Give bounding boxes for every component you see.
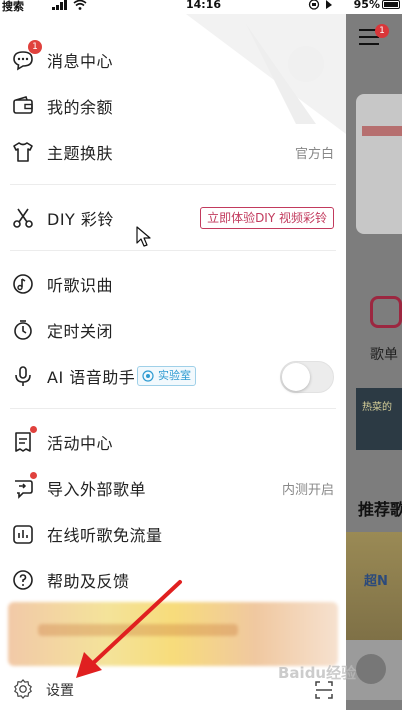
wifi-icon [73, 0, 87, 10]
scan-icon[interactable] [314, 680, 334, 700]
gear-icon[interactable] [12, 678, 34, 700]
carrier-label: 搜索 [2, 0, 24, 13]
background-home-page[interactable]: 1 歌单 热菜的 推荐歌 超N [346, 14, 402, 710]
menu-item-ai-assistant[interactable]: AI 语音助手 实验室 [0, 354, 346, 398]
menu-label-import: 导入外部歌单 [47, 480, 147, 499]
divider [10, 184, 336, 185]
divider [10, 408, 336, 409]
settings-button[interactable]: 设置 [46, 680, 74, 700]
menu-item-messages[interactable]: 1 消息中心 [0, 38, 346, 82]
help-icon [13, 570, 33, 590]
menu-label-balance: 我的余额 [47, 98, 114, 117]
menu-item-diy-ringtone[interactable]: DIY 彩铃 立即体验DIY 视频彩铃 [0, 196, 346, 240]
side-drawer: 1 消息中心 我的余额 主题换肤 官方白 DIY 彩铃 立即体验DIY 视频彩铃 [0, 14, 346, 710]
lab-icon [142, 370, 154, 382]
menu-item-import-playlist[interactable]: 导入外部歌单 内测开启 [0, 466, 346, 510]
menu-label-free-data: 在线听歌免流量 [47, 526, 163, 545]
menu-label-ai: AI 语音助手 [47, 368, 136, 387]
menu-label-theme: 主题换肤 [47, 144, 114, 163]
clock: 14:16 [186, 0, 222, 11]
menu-item-balance[interactable]: 我的余额 [0, 84, 346, 128]
menu-item-theme[interactable]: 主题换肤 官方白 [0, 130, 346, 174]
recommend-card-text: 超N [364, 574, 388, 589]
menu-item-activity-center[interactable]: 活动中心 [0, 420, 346, 464]
banner-card[interactable] [356, 94, 402, 234]
menu-label-help: 帮助及反馈 [47, 572, 130, 591]
message-badge: 1 [28, 40, 42, 54]
signal-icon [52, 0, 67, 10]
promo-banner[interactable] [8, 602, 338, 666]
menu-label-recognize: 听歌识曲 [47, 276, 114, 295]
lab-tag-label: 实验室 [158, 369, 191, 382]
import-value: 内测开启 [281, 482, 334, 498]
data-chart-icon [13, 525, 33, 544]
menu-label-timer: 定时关闭 [47, 322, 114, 341]
activity-icon [15, 432, 31, 452]
import-playlist-icon [15, 480, 33, 499]
menu-item-sleep-timer[interactable]: 定时关闭 [0, 308, 346, 352]
card-text: 热菜的 [362, 402, 392, 413]
grid-label-playlist: 歌单 [370, 347, 398, 363]
battery-percent: 95% [353, 0, 380, 11]
status-bar: 搜索 14:16 95% [0, 0, 402, 14]
content-card[interactable]: 热菜的 [356, 388, 402, 450]
wallet-icon [13, 96, 33, 114]
ai-assistant-toggle[interactable] [280, 361, 334, 393]
microphone-icon [15, 366, 31, 386]
scissors-icon [13, 208, 33, 228]
theme-value: 官方白 [294, 146, 334, 162]
music-recognize-icon [13, 274, 33, 294]
recommend-card[interactable]: 超N [346, 532, 402, 642]
menu-badge: 1 [375, 24, 389, 38]
lab-tag: 实验室 [137, 366, 196, 386]
watermark: Baidu经验 [278, 664, 357, 682]
diy-video-ringtone-button[interactable]: 立即体验DIY 视频彩铃 [200, 207, 334, 229]
playlist-grid-icon[interactable] [370, 296, 402, 328]
menu-item-help[interactable]: 帮助及反馈 [0, 558, 346, 602]
activity-dot [30, 426, 37, 433]
import-dot [30, 472, 37, 479]
menu-item-free-data[interactable]: 在线听歌免流量 [0, 512, 346, 556]
mouse-cursor-icon [136, 226, 151, 247]
menu-label-diy: DIY 彩铃 [47, 210, 114, 229]
lock-rotation-icon [308, 0, 332, 10]
timer-icon [14, 320, 32, 340]
menu-label-messages: 消息中心 [47, 52, 114, 71]
battery-icon [382, 0, 400, 9]
album-cover [356, 654, 386, 684]
section-title-recommend: 推荐歌 [358, 500, 402, 519]
tshirt-icon [13, 142, 33, 162]
menu-item-song-recognition[interactable]: 听歌识曲 [0, 262, 346, 306]
divider [10, 250, 336, 251]
menu-label-activity: 活动中心 [47, 434, 114, 453]
